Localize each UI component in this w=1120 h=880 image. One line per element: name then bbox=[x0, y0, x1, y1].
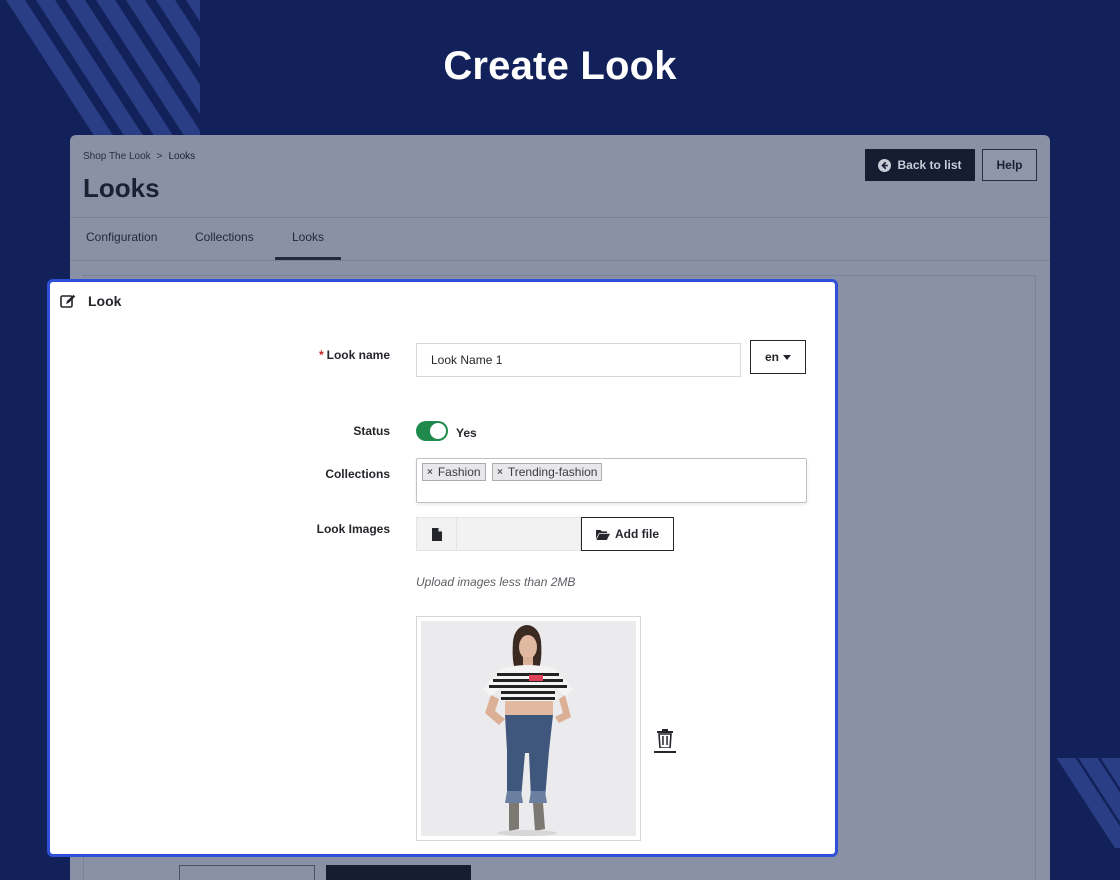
back-to-list-label: Back to list bbox=[897, 158, 962, 172]
file-path-field[interactable] bbox=[457, 517, 581, 551]
collection-tag-fashion: × Fashion bbox=[422, 463, 486, 481]
collection-tag-trending-fashion: × Trending-fashion bbox=[492, 463, 603, 481]
caret-down-icon bbox=[783, 354, 791, 360]
folder-open-icon bbox=[596, 529, 610, 540]
language-value: en bbox=[764, 350, 779, 364]
add-file-button[interactable]: Add file bbox=[581, 517, 674, 551]
required-marker: * bbox=[318, 348, 324, 362]
look-name-input[interactable] bbox=[416, 343, 741, 377]
status-value: Yes bbox=[456, 426, 477, 440]
hero-title: Create Look bbox=[443, 44, 677, 88]
remove-tag-icon[interactable]: × bbox=[497, 467, 503, 478]
remove-tag-icon[interactable]: × bbox=[427, 467, 433, 478]
look-form-card: Look *Look name en Status Yes Collection… bbox=[47, 279, 838, 857]
breadcrumb: Shop The Look > Looks bbox=[83, 151, 195, 162]
divider bbox=[654, 751, 676, 753]
add-file-label: Add file bbox=[615, 527, 659, 541]
edit-icon bbox=[60, 294, 76, 308]
breadcrumb-item-looks: Looks bbox=[168, 151, 196, 162]
breadcrumb-separator: > bbox=[156, 151, 163, 162]
tab-collections[interactable]: Collections bbox=[195, 230, 254, 244]
divider bbox=[70, 260, 1050, 261]
delete-image-button[interactable] bbox=[653, 729, 677, 757]
card-header: Look bbox=[60, 293, 121, 309]
file-icon-box bbox=[416, 517, 457, 551]
language-dropdown[interactable]: en bbox=[750, 340, 806, 374]
arrow-left-circle-icon bbox=[878, 158, 892, 172]
page-title: Looks bbox=[83, 173, 160, 203]
breadcrumb-item-shop-the-look[interactable]: Shop The Look bbox=[83, 151, 151, 162]
file-icon bbox=[431, 527, 442, 541]
look-images-label: Look Images bbox=[316, 522, 390, 536]
delete-selected-button[interactable] bbox=[179, 865, 315, 880]
tag-label: Fashion bbox=[437, 465, 481, 479]
images-help-text: Upload images less than 2MB bbox=[416, 575, 576, 589]
look-name-label: * Look name bbox=[318, 348, 390, 362]
add-new-button[interactable] bbox=[326, 865, 471, 880]
status-toggle[interactable] bbox=[416, 421, 448, 441]
card-title: Look bbox=[88, 293, 122, 309]
help-button[interactable]: Help bbox=[982, 149, 1037, 181]
collections-label: Collections bbox=[325, 467, 390, 481]
status-label: Status bbox=[353, 424, 390, 438]
tag-label: Trending-fashion bbox=[507, 465, 598, 479]
toggle-knob bbox=[430, 423, 446, 439]
tab-looks[interactable]: Looks bbox=[292, 230, 324, 244]
collections-tag-input[interactable]: × Fashion × Trending-fashion bbox=[416, 458, 807, 503]
decor-stripes-bottom-right bbox=[1050, 758, 1120, 848]
divider bbox=[70, 217, 1050, 218]
look-image-thumbnail bbox=[416, 616, 641, 841]
trash-icon bbox=[657, 729, 673, 748]
back-to-list-button[interactable]: Back to list bbox=[865, 149, 975, 181]
look-image bbox=[421, 621, 636, 836]
tab-configuration[interactable]: Configuration bbox=[86, 230, 157, 244]
